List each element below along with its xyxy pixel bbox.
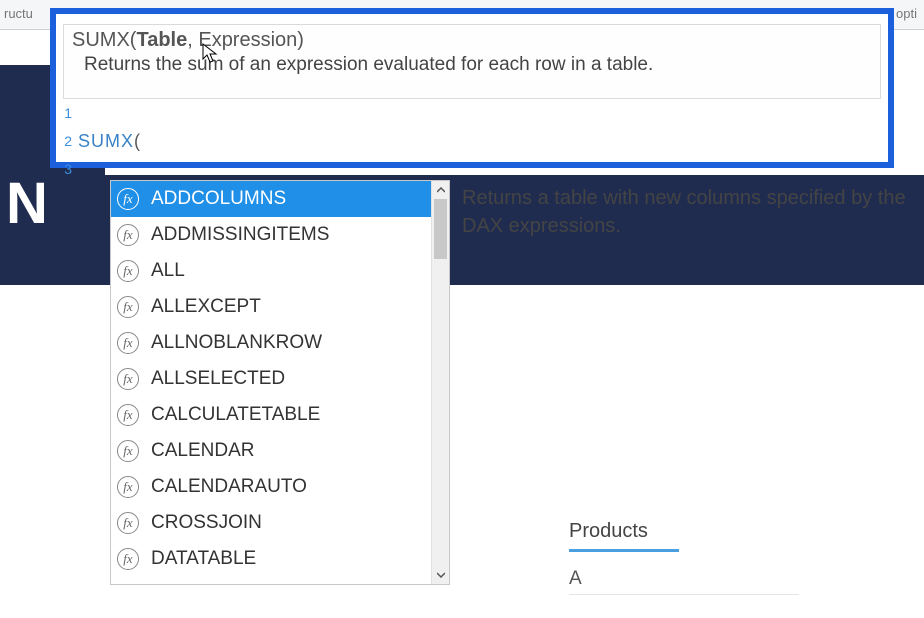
tooltip-description: Returns the sum of an expression evaluat… xyxy=(72,54,872,76)
line-number: 1 xyxy=(56,102,78,130)
autocomplete-item-label: CROSSJOIN xyxy=(151,512,262,534)
fx-icon: fx xyxy=(117,224,139,246)
autocomplete-item[interactable]: fx CALENDARAUTO xyxy=(111,469,431,505)
autocomplete-item[interactable]: fx CALENDAR xyxy=(111,433,431,469)
code-paren: ( xyxy=(134,131,140,151)
editor-line[interactable]: 1 xyxy=(56,102,888,130)
products-field-panel: Products A xyxy=(569,520,799,595)
autocomplete-item-label: DATATABLE xyxy=(151,548,256,570)
line-number: 3 xyxy=(56,158,78,186)
autocomplete-item-label: CALENDARAUTO xyxy=(151,476,307,498)
autocomplete-item[interactable]: fx ALL xyxy=(111,253,431,289)
fx-icon: fx xyxy=(117,332,139,354)
chevron-down-icon xyxy=(437,572,445,578)
tooltip-current-param: Table xyxy=(136,29,187,51)
fx-icon: fx xyxy=(117,512,139,534)
fx-icon: fx xyxy=(117,296,139,318)
formula-bar-highlight: SUMX(Table, Expression) Returns the sum … xyxy=(50,8,894,168)
scrollbar-thumb[interactable] xyxy=(434,199,447,259)
line-content[interactable] xyxy=(78,102,888,130)
products-row[interactable]: A xyxy=(569,564,799,595)
autocomplete-item[interactable]: fx CALCULATETABLE xyxy=(111,397,431,433)
autocomplete-item-label: CALCULATETABLE xyxy=(151,404,320,426)
autocomplete-item-label: ADDMISSINGITEMS xyxy=(151,224,329,246)
products-underline xyxy=(569,549,679,552)
autocomplete-item-label: ALL xyxy=(151,260,185,282)
fx-icon: fx xyxy=(117,368,139,390)
ribbon-right-fragment: opti xyxy=(894,0,924,27)
autocomplete-item-label: ALLSELECTED xyxy=(151,368,285,390)
code-function: SUMX xyxy=(78,131,134,151)
autocomplete-item-label: ALLNOBLANKROW xyxy=(151,332,322,354)
ribbon-left-fragment: ructu xyxy=(0,0,50,29)
tooltip-signature: SUMX(Table, Expression) xyxy=(72,29,872,52)
fx-icon: fx xyxy=(117,260,139,282)
autocomplete-item[interactable]: fx ADDMISSINGITEMS xyxy=(111,217,431,253)
editor-line[interactable]: 2 SUMX( xyxy=(56,130,888,158)
scrollbar[interactable] xyxy=(431,181,449,584)
function-tooltip: SUMX(Table, Expression) Returns the sum … xyxy=(63,24,881,99)
autocomplete-item-label: CALENDAR xyxy=(151,440,254,462)
autocomplete-item[interactable]: fx ALLSELECTED xyxy=(111,361,431,397)
fx-icon: fx xyxy=(117,476,139,498)
chevron-up-icon xyxy=(437,187,445,193)
fx-icon: fx xyxy=(117,404,139,426)
autocomplete-description: Returns a table with new columns specifi… xyxy=(462,184,922,240)
autocomplete-list[interactable]: fx ADDCOLUMNS fx ADDMISSINGITEMS fx ALL fx ALLE… xyxy=(111,181,431,584)
scrollbar-track[interactable] xyxy=(432,199,449,566)
fx-icon: fx xyxy=(117,440,139,462)
fx-icon: fx xyxy=(117,188,139,210)
tooltip-func-name: SUMX xyxy=(72,29,130,51)
fx-icon: fx xyxy=(117,548,139,570)
formula-editor[interactable]: 1 2 SUMX( 3 xyxy=(56,102,888,162)
tooltip-rest-params: , Expression) xyxy=(187,29,304,51)
products-title: Products xyxy=(569,520,799,549)
autocomplete-item[interactable]: fx CROSSJOIN xyxy=(111,505,431,541)
autocomplete-item-label: ADDCOLUMNS xyxy=(151,188,286,210)
autocomplete-item[interactable]: fx DATATABLE xyxy=(111,541,431,577)
autocomplete-item[interactable]: fx ALLEXCEPT xyxy=(111,289,431,325)
line-number: 2 xyxy=(56,130,78,158)
background-large-letter: N xyxy=(6,170,46,237)
autocomplete-item[interactable]: fx ADDCOLUMNS xyxy=(111,181,431,217)
scroll-up-button[interactable] xyxy=(432,181,449,199)
autocomplete-dropdown[interactable]: fx ADDCOLUMNS fx ADDMISSINGITEMS fx ALL fx ALLE… xyxy=(110,180,450,585)
line-content[interactable]: SUMX( xyxy=(78,130,888,158)
autocomplete-item-label: ALLEXCEPT xyxy=(151,296,261,318)
autocomplete-item[interactable]: fx ALLNOBLANKROW xyxy=(111,325,431,361)
scroll-down-button[interactable] xyxy=(432,566,449,584)
